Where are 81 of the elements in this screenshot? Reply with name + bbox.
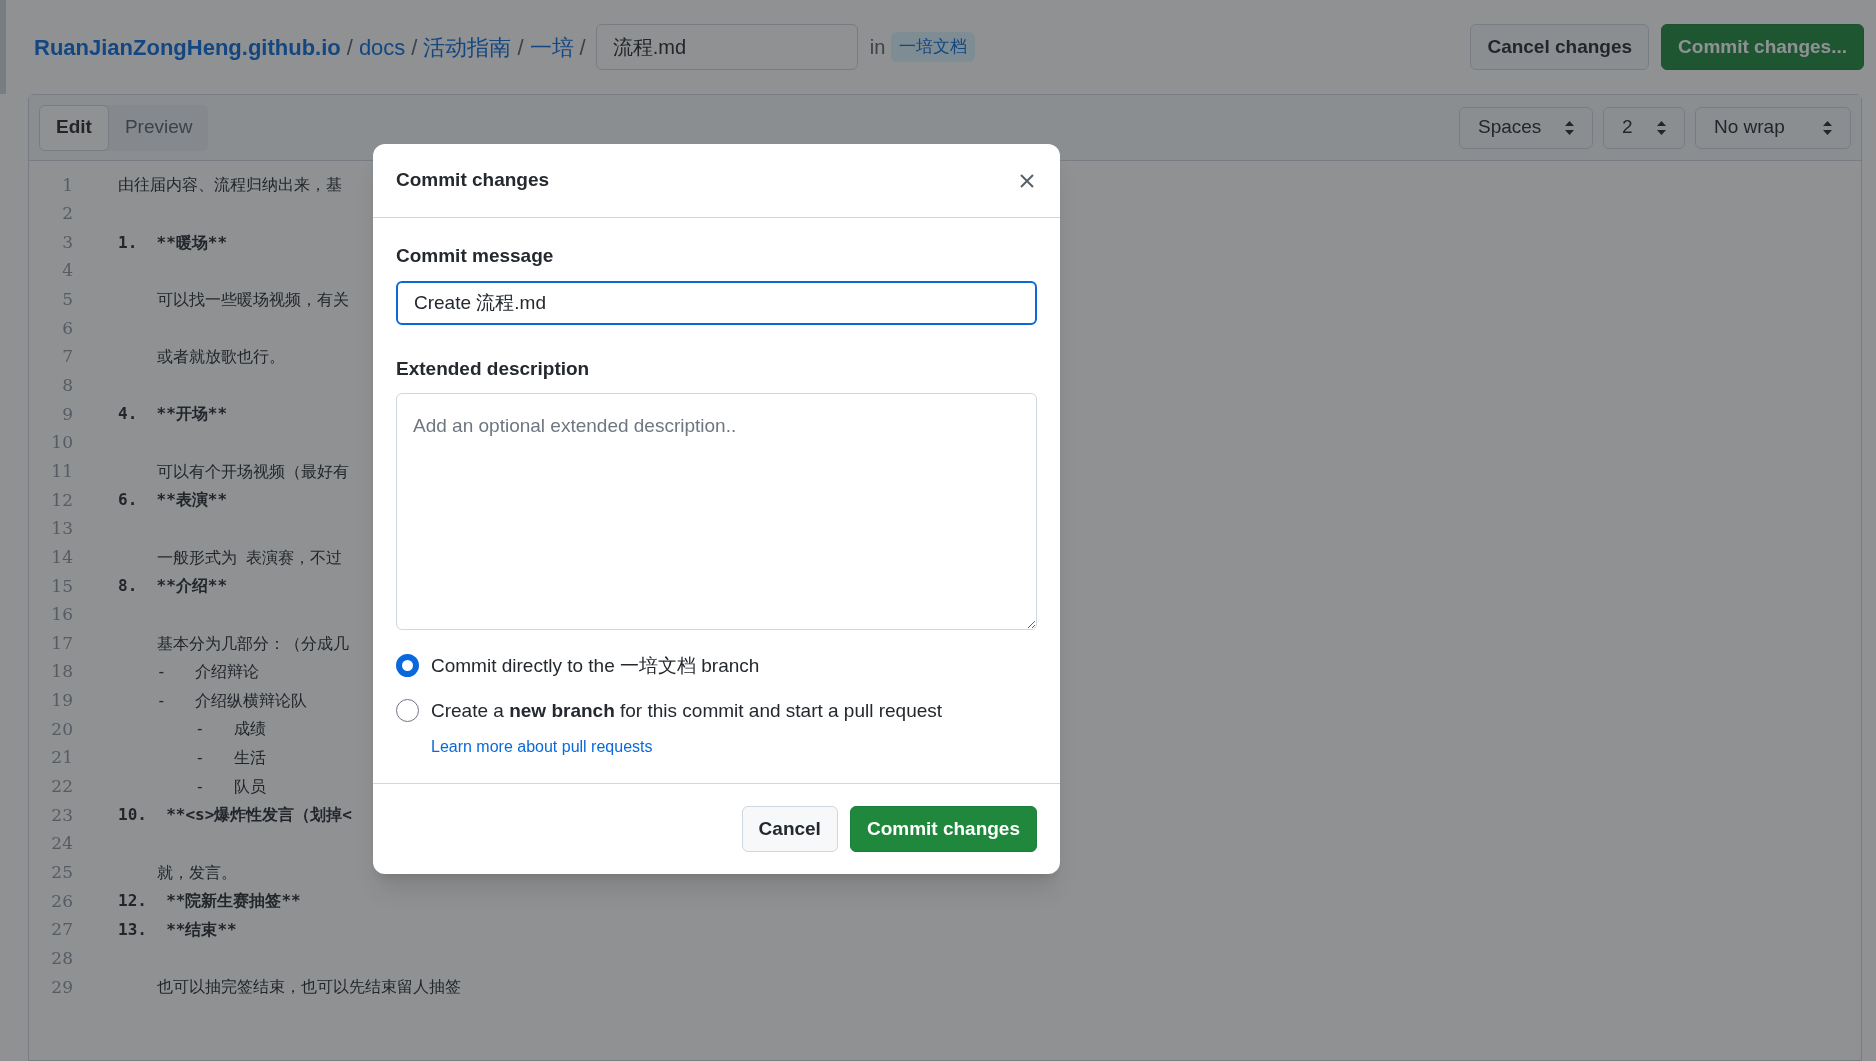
line-number: 21	[50, 746, 73, 770]
line-number: 5	[61, 288, 73, 312]
code-line: 由往届内容、流程归纳出来，基	[118, 174, 342, 197]
line-number: 15	[50, 574, 73, 598]
line-number: 17	[50, 631, 73, 655]
line-number: 4	[61, 259, 73, 283]
code-heading-line: 1. **暖场**	[118, 231, 228, 254]
code-line: 可以找一些暖场视频，有关	[155, 288, 349, 311]
option-select[interactable]: No wrap	[1695, 106, 1851, 149]
repo-link[interactable]: RuanJianZongHeng.github.io	[34, 30, 341, 64]
code-line: 或者就放歌也行。	[155, 346, 285, 369]
line-number: 20	[50, 717, 73, 741]
editor-tab[interactable]: Edit	[39, 104, 109, 151]
code-line: - 介绍辩论	[155, 661, 260, 684]
code-line: 基本分为几部分：（分成几	[155, 632, 349, 655]
line-number: 26	[50, 889, 73, 913]
radio-label: Commit directly to the 一培文档 branch	[431, 654, 760, 678]
line-number: 19	[50, 689, 73, 713]
in-label: in	[869, 35, 886, 60]
line-number: 13	[50, 517, 73, 541]
folder-link[interactable]: 一培	[529, 30, 574, 64]
code-heading-line: 6. **表演**	[118, 489, 228, 512]
branch-badge[interactable]: 一培文档	[891, 32, 976, 62]
line-number: 18	[50, 660, 73, 684]
folder-link[interactable]: 活动指南	[423, 30, 512, 64]
line-number: 27	[50, 918, 73, 942]
commit-button[interactable]: Commit changes	[849, 806, 1037, 852]
code-heading-line: 13. **结束**	[118, 918, 237, 941]
editor-tab[interactable]: Preview	[108, 104, 209, 151]
path-separator: /	[411, 33, 418, 62]
description-field[interactable]: Add an optional extended description..	[396, 393, 1037, 630]
line-number: 23	[50, 803, 73, 827]
path-separator: /	[579, 33, 586, 62]
code-line: - 介绍纵横辩论队	[155, 689, 308, 712]
sort-icon	[1823, 120, 1832, 135]
radio-button[interactable]	[396, 654, 419, 677]
line-number: 11	[50, 459, 73, 483]
code-heading-line: 4. **开场**	[118, 403, 228, 426]
option-select[interactable]: 2	[1603, 106, 1685, 149]
folder-link[interactable]: docs	[358, 30, 406, 64]
code-heading-line: 8. **介绍**	[118, 575, 228, 598]
code-line: - 队员	[194, 775, 266, 798]
code-line: 一般形式为 表演赛，不过	[155, 546, 343, 569]
line-number: 1	[61, 173, 73, 197]
code-line: - 生活	[194, 747, 266, 770]
line-number: 10	[50, 431, 73, 455]
code-heading-line: 10. **<s>爆炸性发言（划掉<	[118, 804, 352, 827]
code-line: 也可以抽完签结束，也可以先结束留人抽签	[155, 976, 461, 999]
cancel-button[interactable]: Cancel changes	[1470, 24, 1650, 70]
line-number: 29	[50, 975, 73, 999]
option-select[interactable]: Spaces	[1459, 106, 1593, 149]
filename-field[interactable]: 流程.md	[595, 24, 858, 70]
code-line: 可以有个开场视频（最好有	[155, 460, 349, 483]
commit-message-field[interactable]: Create 流程.md	[396, 280, 1037, 325]
code-line: - 成绩	[194, 718, 266, 741]
line-number: 14	[50, 545, 73, 569]
line-number: 7	[61, 345, 73, 369]
path-separator: /	[346, 33, 353, 62]
cancel-button[interactable]: Cancel	[741, 806, 838, 852]
radio-label: Create a new branch for this commit and start a pull request	[431, 698, 943, 723]
line-number: 28	[50, 946, 73, 970]
line-number: 16	[50, 603, 73, 627]
sort-icon	[1565, 120, 1574, 135]
code-heading-line: 12. **院新生赛抽签**	[118, 890, 301, 913]
line-number: 12	[50, 488, 73, 512]
line-number: 24	[50, 832, 73, 856]
dialog-title: Commit changes	[396, 168, 550, 193]
line-number: 3	[61, 230, 73, 254]
line-number: 8	[61, 374, 73, 398]
learn-more-link[interactable]: Learn more about pull requests	[431, 735, 943, 759]
line-number: 2	[61, 202, 73, 226]
code-line: 就，发言。	[155, 861, 237, 884]
line-number: 9	[61, 402, 73, 426]
line-number: 22	[50, 775, 73, 798]
sort-icon	[1657, 120, 1666, 135]
line-number: 6	[61, 316, 73, 340]
line-number: 25	[50, 860, 73, 884]
field-label: Commit message	[396, 244, 555, 268]
commit-button[interactable]: Commit changes...	[1661, 24, 1864, 70]
path-separator: /	[517, 33, 524, 62]
field-label: Extended description	[396, 356, 591, 381]
